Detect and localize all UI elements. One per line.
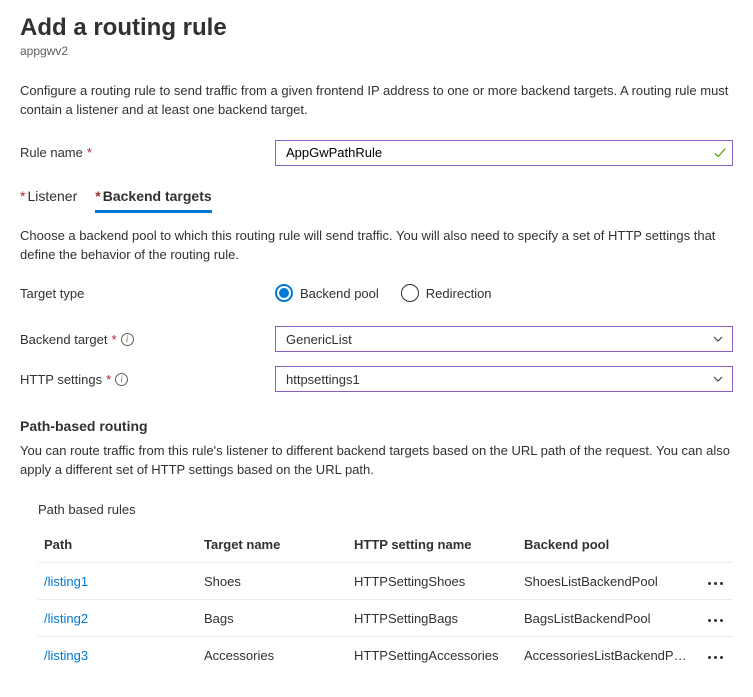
chevron-down-icon — [712, 373, 724, 385]
pool-cell: BagsListBackendPool — [518, 600, 698, 637]
path-routing-heading: Path-based routing — [20, 418, 733, 434]
target-cell: Shoes — [198, 563, 348, 600]
path-rules-title: Path based rules — [38, 502, 733, 517]
intro-text: Configure a routing rule to send traffic… — [20, 82, 733, 120]
http-settings-select[interactable]: httpsettings1 — [275, 366, 733, 392]
backend-target-label: Backend target* i — [20, 332, 275, 347]
chevron-down-icon — [712, 333, 724, 345]
path-link[interactable]: /listing1 — [38, 563, 198, 600]
path-rules-table: Path Target name HTTP setting name Backe… — [38, 529, 733, 673]
pool-cell: ShoesListBackendPool — [518, 563, 698, 600]
more-icon[interactable] — [704, 615, 727, 626]
col-target: Target name — [198, 529, 348, 563]
rule-name-label: Rule name* — [20, 145, 275, 160]
col-path: Path — [38, 529, 198, 563]
setting-cell: HTTPSettingBags — [348, 600, 518, 637]
setting-cell: HTTPSettingAccessories — [348, 637, 518, 674]
more-icon[interactable] — [704, 652, 727, 663]
rule-name-input[interactable] — [275, 140, 733, 166]
info-icon[interactable]: i — [115, 373, 128, 386]
col-pool: Backend pool — [518, 529, 698, 563]
page-subtitle: appgwv2 — [20, 44, 733, 58]
setting-cell: HTTPSettingShoes — [348, 563, 518, 600]
backend-intro-text: Choose a backend pool to which this rout… — [20, 227, 733, 265]
tabs: *Listener *Backend targets — [20, 188, 733, 213]
backend-target-select[interactable]: GenericList — [275, 326, 733, 352]
target-cell: Bags — [198, 600, 348, 637]
table-row: /listing3AccessoriesHTTPSettingAccessori… — [38, 637, 733, 674]
info-icon[interactable]: i — [121, 333, 134, 346]
col-setting: HTTP setting name — [348, 529, 518, 563]
target-cell: Accessories — [198, 637, 348, 674]
tab-backend-targets[interactable]: *Backend targets — [95, 188, 211, 213]
table-row: /listing1ShoesHTTPSettingShoesShoesListB… — [38, 563, 733, 600]
page-title: Add a routing rule — [20, 14, 733, 42]
pool-cell: AccessoriesListBackendP… — [518, 637, 698, 674]
table-row: /listing2BagsHTTPSettingBagsBagsListBack… — [38, 600, 733, 637]
checkmark-icon — [713, 146, 727, 160]
tab-listener[interactable]: *Listener — [20, 188, 77, 213]
http-settings-label: HTTP settings* i — [20, 372, 275, 387]
path-routing-text: You can route traffic from this rule's l… — [20, 442, 733, 480]
target-type-label: Target type — [20, 286, 275, 301]
radio-backend-pool[interactable]: Backend pool — [275, 284, 379, 302]
path-link[interactable]: /listing3 — [38, 637, 198, 674]
more-icon[interactable] — [704, 578, 727, 589]
path-link[interactable]: /listing2 — [38, 600, 198, 637]
radio-redirection[interactable]: Redirection — [401, 284, 492, 302]
